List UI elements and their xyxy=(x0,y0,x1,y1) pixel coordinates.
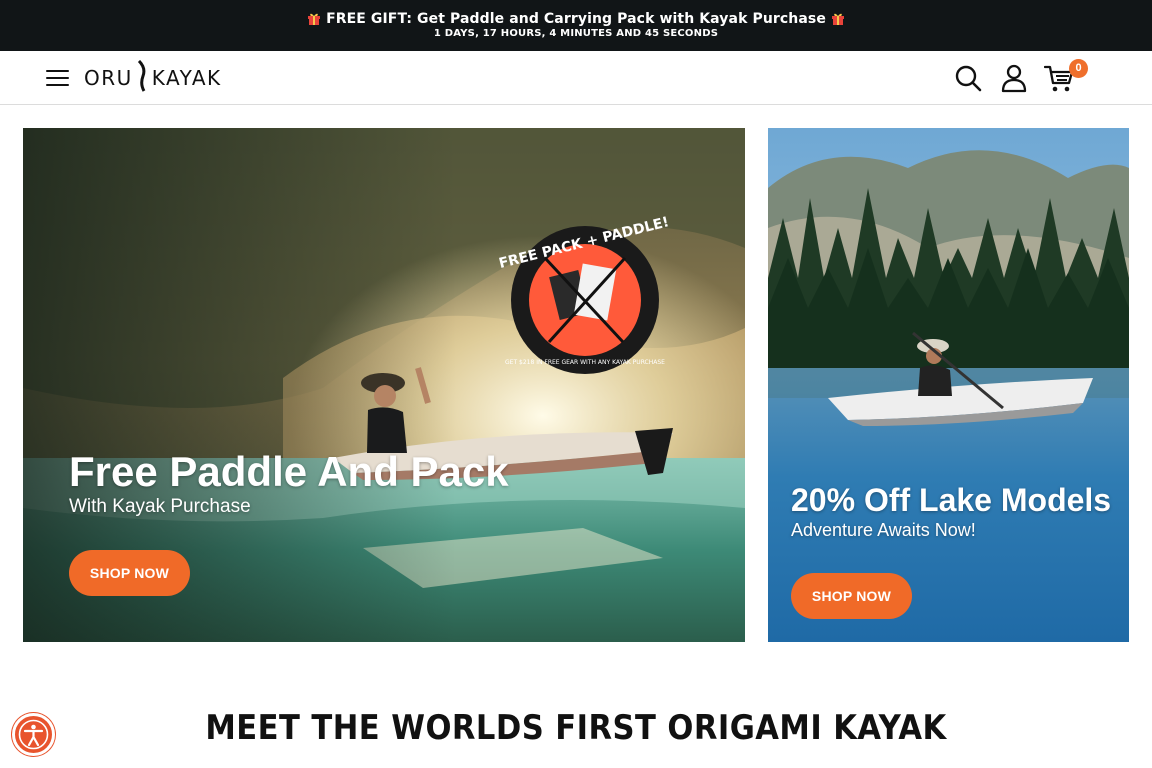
countdown-timer: 1 DAYS, 17 HOURS, 4 MINUTES AND 45 SECON… xyxy=(433,28,719,39)
logo-mark xyxy=(137,59,147,97)
section-heading: MEET THE WORLDS FIRST ORIGAMI KAYAK xyxy=(205,708,947,748)
menu-icon[interactable] xyxy=(46,67,69,89)
promo-banner-free-paddle[interactable]: FREE PACK + PADDLE! GET $218 IN FREE GEA… xyxy=(23,128,745,642)
announcement-text-row: FREE GIFT: Get Paddle and Carrying Pack … xyxy=(0,9,1152,27)
lake-kayak-image xyxy=(768,128,1129,642)
banner-title: 20% Off Lake Models xyxy=(791,482,1112,518)
site-logo[interactable]: ORU KAYAK xyxy=(84,59,222,97)
promo-banner-lake-models[interactable]: 20% Off Lake Models Adventure Awaits Now… xyxy=(768,128,1129,642)
banner-title: Free Paddle And Pack xyxy=(69,448,509,495)
banner-subtitle: With Kayak Purchase xyxy=(69,496,251,517)
logo-text-right: KAYAK xyxy=(151,66,222,90)
badge-text-bottom: GET $218 IN FREE GEAR WITH ANY KAYAK PUR… xyxy=(505,359,665,366)
gift-icon xyxy=(831,11,845,25)
accessibility-icon[interactable] xyxy=(12,713,55,756)
shop-now-button[interactable]: SHOP NOW xyxy=(791,573,912,619)
cart-count-badge: 0 xyxy=(1069,59,1088,78)
announcement-bar: FREE GIFT: Get Paddle and Carrying Pack … xyxy=(0,0,1152,51)
banner-subtitle: Adventure Awaits Now! xyxy=(791,520,976,540)
gift-icon xyxy=(307,11,321,25)
logo-text-left: ORU xyxy=(84,66,133,90)
search-icon[interactable] xyxy=(953,63,983,93)
announcement-text: FREE GIFT: Get Paddle and Carrying Pack … xyxy=(326,11,826,27)
site-header: ORU KAYAK xyxy=(0,51,1152,105)
account-icon[interactable] xyxy=(999,63,1029,93)
shop-now-button[interactable]: SHOP NOW xyxy=(69,550,190,596)
